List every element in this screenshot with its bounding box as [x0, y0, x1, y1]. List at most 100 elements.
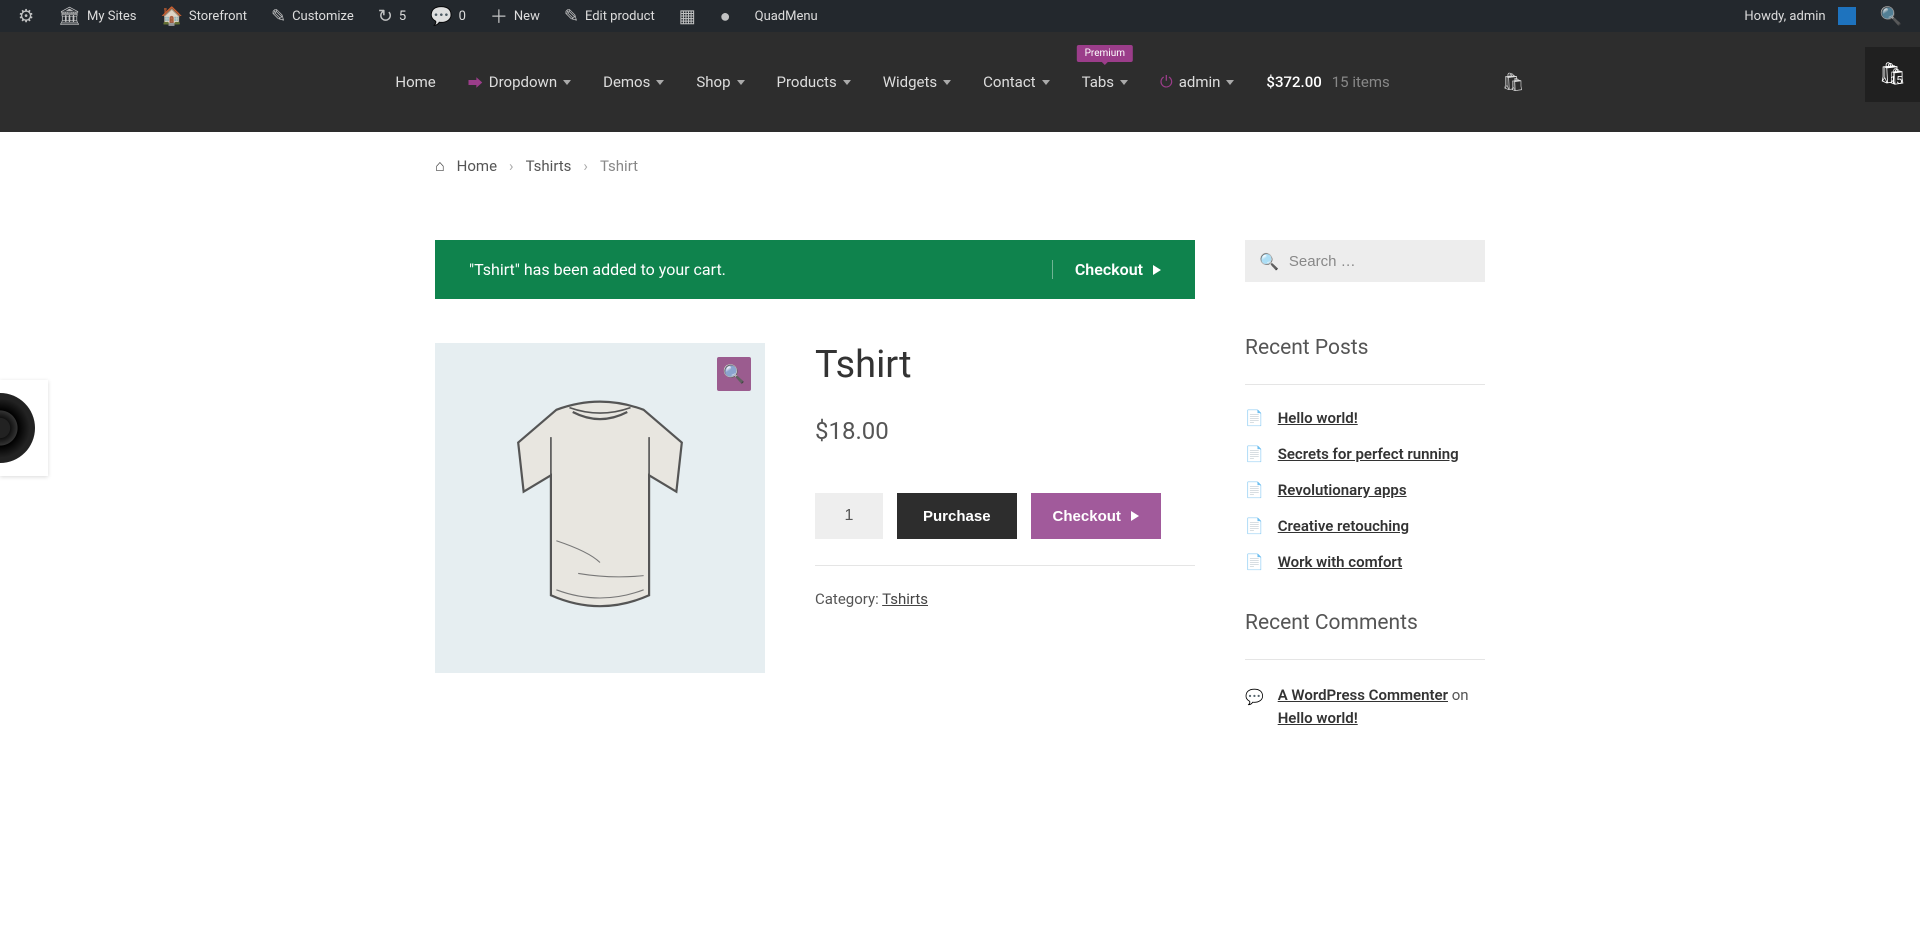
post-item: 📄 Creative retouching	[1245, 517, 1485, 535]
search-input[interactable]	[1289, 253, 1488, 270]
post-item: 📄 Hello world!	[1245, 409, 1485, 427]
premium-badge: Premium	[1077, 45, 1133, 62]
nav-cart-summary[interactable]: $372.0015 items	[1266, 73, 1389, 91]
admin-icon: 🏛	[58, 6, 81, 27]
bag-icon: 🛍15	[1879, 62, 1907, 87]
power-icon: ⏻	[1160, 72, 1173, 92]
nav-cart-icon[interactable]: 🛍	[1502, 72, 1525, 93]
admin-bar-item[interactable]: 🏠Storefront	[150, 0, 257, 32]
admin-icon: ⚙	[18, 6, 34, 27]
comment-author-link[interactable]: A WordPress Commenter	[1278, 686, 1448, 704]
chevron-down-icon	[1042, 80, 1050, 85]
admin-greeting[interactable]: Howdy, admin	[1734, 0, 1865, 32]
admin-bar-item[interactable]: ▦	[669, 0, 706, 32]
greeting-text: Howdy, admin	[1744, 9, 1825, 24]
product-details: Tshirt $18.00 Purchase Checkout Category…	[815, 343, 1195, 673]
breadcrumb-current: Tshirt	[600, 157, 638, 175]
comment-icon: 💬	[1245, 686, 1264, 709]
record-icon	[0, 393, 35, 463]
purchase-button[interactable]: Purchase	[897, 493, 1017, 539]
admin-icon: ＋	[490, 3, 508, 29]
nav-item-contact[interactable]: Contact	[983, 73, 1049, 91]
nav-item-products[interactable]: Products	[777, 73, 851, 91]
nav-item-admin[interactable]: ⏻admin	[1160, 72, 1234, 92]
document-icon: 📄	[1245, 445, 1264, 463]
admin-bar-item[interactable]: ↻5	[368, 0, 416, 32]
nav-item-demos[interactable]: Demos	[603, 73, 664, 91]
prev-product-thumb[interactable]	[0, 380, 48, 476]
document-icon: 📄	[1245, 517, 1264, 535]
post-link[interactable]: Revolutionary apps	[1278, 481, 1407, 499]
bag-icon: 🛍	[1502, 72, 1525, 93]
nav-item-home[interactable]: Home	[395, 73, 435, 91]
search-icon: 🔍	[1259, 252, 1279, 271]
sidebar-search[interactable]: 🔍	[1245, 240, 1485, 282]
sidebar: 🔍 Recent Posts 📄Hello world!📄Secrets for…	[1245, 240, 1485, 729]
nav-item-dropdown[interactable]: ⮕Dropdown	[468, 72, 571, 93]
product-section: 🔍 Tshirt $18.00 Purchase	[435, 343, 1195, 673]
admin-bar-item[interactable]: QuadMenu	[745, 0, 828, 32]
alert-checkout-link[interactable]: Checkout	[1052, 260, 1161, 279]
arrow-right-icon	[1153, 265, 1161, 275]
divider	[815, 565, 1195, 566]
divider	[1245, 384, 1485, 385]
post-item: 📄Revolutionary apps	[1245, 481, 1485, 499]
recent-posts-list: 📄 Hello world! 📄 Secrets for perfect runnin…	[1245, 409, 1485, 571]
main-nav: Home ⮕Dropdown Demos Shop Products Widgets Con…	[395, 72, 1524, 93]
admin-icon: ↻	[378, 6, 393, 27]
admin-search[interactable]: 🔍	[1870, 0, 1912, 32]
floating-cart[interactable]: 🛍15	[1865, 47, 1920, 102]
breadcrumb-category[interactable]: Tshirts	[526, 157, 572, 175]
admin-bar-item[interactable]: ●	[710, 0, 741, 32]
add-to-cart-form: Purchase Checkout	[815, 493, 1195, 539]
admin-bar-item[interactable]: ✎Edit product	[554, 0, 665, 32]
admin-icon: 💬	[430, 6, 452, 27]
chevron-down-icon	[943, 80, 951, 85]
checkout-button[interactable]: Checkout	[1031, 493, 1161, 539]
admin-icon: 🏠	[160, 6, 182, 27]
comment-item: 💬 A WordPress Commenter on Hello world!	[1245, 684, 1485, 729]
chevron-down-icon	[843, 80, 851, 85]
admin-bar-item[interactable]: ＋New	[480, 0, 550, 32]
admin-icon: ●	[720, 6, 731, 27]
accent-icon: ⮕	[468, 72, 483, 93]
post-item: 📄Work with comfort	[1245, 553, 1485, 571]
alert-checkout-label: Checkout	[1075, 260, 1143, 279]
category-link[interactable]: Tshirts	[882, 590, 928, 608]
post-link[interactable]: Work with comfort	[1278, 553, 1403, 571]
product-category: Category: Tshirts	[815, 590, 1195, 608]
admin-icon: ▦	[679, 6, 696, 27]
post-link[interactable]: Secrets for perfect running	[1278, 445, 1459, 463]
comment-post-link[interactable]: Hello world!	[1278, 709, 1358, 727]
checkout-label: Checkout	[1053, 508, 1121, 525]
zoom-button[interactable]: 🔍	[717, 357, 751, 391]
document-icon: 📄	[1245, 409, 1264, 427]
divider	[1245, 659, 1485, 660]
admin-bar-item[interactable]: ⚙	[8, 0, 44, 32]
breadcrumb-sep: ›	[583, 157, 588, 175]
nav-item-tabs[interactable]: TabsPremium	[1082, 73, 1128, 91]
breadcrumb: ⌂ Home › Tshirts › Tshirt	[435, 132, 1485, 200]
recent-comments-heading: Recent Comments	[1245, 611, 1485, 635]
user-avatar	[1838, 7, 1856, 25]
comment-on-text: on	[1448, 686, 1469, 704]
main-header: Home ⮕Dropdown Demos Shop Products Widgets Con…	[0, 32, 1920, 132]
nav-item-widgets[interactable]: Widgets	[883, 73, 951, 91]
post-item: 📄 Secrets for perfect running	[1245, 445, 1485, 463]
quantity-input[interactable]	[815, 493, 883, 539]
chevron-down-icon	[1120, 80, 1128, 85]
admin-icon: ✎	[271, 6, 286, 27]
product-title: Tshirt	[815, 343, 1195, 387]
post-link[interactable]: Hello world!	[1278, 409, 1358, 427]
chevron-down-icon	[737, 80, 745, 85]
nav-item-shop[interactable]: Shop	[696, 73, 744, 91]
chevron-down-icon	[1226, 80, 1234, 85]
cart-success-alert: "Tshirt" has been added to your cart. Ch…	[435, 240, 1195, 299]
wp-admin-bar: ⚙🏛My Sites🏠Storefront✎Customize↻5💬0＋New✎…	[0, 0, 1920, 32]
product-gallery[interactable]: 🔍	[435, 343, 765, 673]
admin-bar-item[interactable]: 🏛My Sites	[48, 0, 146, 32]
breadcrumb-home[interactable]: Home	[457, 157, 497, 175]
admin-bar-item[interactable]: 💬0	[420, 0, 476, 32]
admin-bar-item[interactable]: ✎Customize	[261, 0, 364, 32]
post-link[interactable]: Creative retouching	[1278, 517, 1409, 535]
